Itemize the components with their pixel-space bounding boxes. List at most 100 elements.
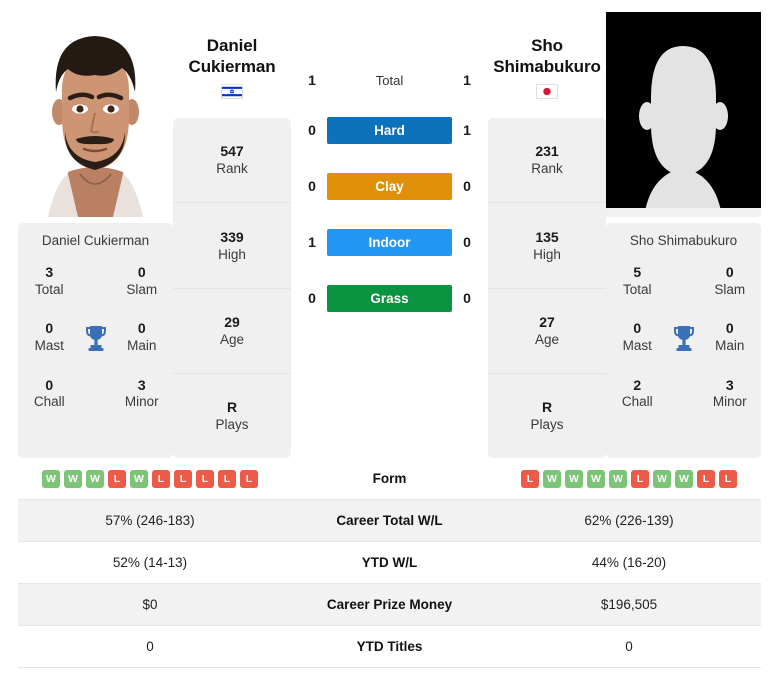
h2h-right-grass: 0 (463, 290, 471, 306)
right-form-badge[interactable]: W (675, 469, 693, 488)
left-titles-grid: 3 Total 0 Slam 0 Mast 0 Main 0 Chall 3 M… (26, 264, 165, 411)
left-titles-slam: 0 Slam (126, 264, 158, 297)
row-label-ytd-wl: YTD W/L (361, 555, 418, 570)
left-form-badge[interactable]: L (240, 469, 258, 488)
left-player-photo (18, 12, 173, 217)
left-stat-high: 339 High (173, 203, 291, 289)
left-ytd-wl: 52% (14-13) (112, 555, 188, 570)
left-player-first-name: Daniel (206, 36, 258, 55)
h2h-label-hard: Hard (327, 116, 452, 144)
h2h-row-clay: 0 Clay 0 (297, 158, 482, 214)
right-form-badges: LWWWWLWWLL (497, 469, 761, 488)
left-stat-plays: R Plays (215, 399, 249, 433)
right-player-last-name: Shimabukuro (493, 56, 601, 76)
left-titles-mast: 0 Mast (34, 320, 64, 353)
right-form-badge[interactable]: W (587, 469, 605, 488)
right-prize-money: $196,505 (600, 597, 658, 612)
right-form-badge[interactable]: L (521, 469, 539, 488)
right-player-name-label: Sho Shimabukuro (629, 233, 738, 248)
left-form-badge[interactable]: W (42, 469, 60, 488)
left-titles-total: 3 Total (34, 264, 64, 297)
row-label-prize-money: Career Prize Money (326, 597, 453, 612)
h2h-row-indoor: 1 Indoor 0 (297, 214, 482, 270)
right-titles-slam: 0 Slam (714, 264, 746, 297)
left-player-identity: Daniel Cukierman (173, 12, 291, 112)
right-stat-plays: R Plays (530, 399, 564, 433)
left-titles-main: 0 Main (127, 320, 157, 353)
left-form-badge[interactable]: W (64, 469, 82, 488)
row-label-form: Form (372, 471, 407, 486)
left-form-badge[interactable]: W (130, 469, 148, 488)
table-row-career-wl: 57% (246-183) Career Total W/L 62% (226-… (18, 500, 761, 542)
right-form-badge[interactable]: L (719, 469, 737, 488)
right-stat-age: 27 Age (488, 289, 606, 374)
trophy-icon (73, 324, 119, 352)
h2h-label-clay: Clay (327, 172, 452, 200)
right-player-photo (606, 12, 761, 217)
row-label-career-wl: Career Total W/L (336, 513, 443, 528)
head-to-head-surfaces: 1 Total 1 0 Hard 1 0 Clay 0 1 Indoor 0 0 (291, 12, 488, 326)
h2h-row-total: 1 Total 1 (297, 58, 482, 102)
right-form-badge[interactable]: L (631, 469, 649, 488)
h2h-left-hard: 0 (308, 122, 316, 138)
comparison-header: Daniel Cukierman 3 Total 0 Slam 0 Mast 0… (0, 0, 779, 458)
right-ytd-wl: 44% (16-20) (591, 555, 667, 570)
left-titles-card: Daniel Cukierman 3 Total 0 Slam 0 Mast 0… (18, 223, 173, 458)
left-form-badge[interactable]: L (218, 469, 236, 488)
right-form-badge[interactable]: W (565, 469, 583, 488)
h2h-right-total: 1 (463, 72, 471, 88)
right-form-badge[interactable]: W (653, 469, 671, 488)
h2h-right-indoor: 0 (463, 234, 471, 250)
h2h-left-total: 1 (308, 72, 316, 88)
h2h-row-hard: 0 Hard 1 (297, 102, 482, 158)
right-form-badge[interactable]: W (543, 469, 561, 488)
left-prize-money: $0 (142, 597, 158, 612)
comparison-stats-table: WWWLWLLLLL Form LWWWWLWWLL 57% (246-183)… (0, 458, 779, 668)
right-stat-rank: 231 Rank (488, 118, 606, 204)
left-form-badges: WWWLWLLLLL (18, 469, 282, 488)
left-stat-age: 29 Age (173, 289, 291, 374)
table-row-form: WWWLWLLLLL Form LWWWWLWWLL (18, 458, 761, 500)
left-form-badge[interactable]: L (196, 469, 214, 488)
right-ytd-titles: 0 (625, 639, 633, 654)
left-form-badge[interactable]: L (108, 469, 126, 488)
left-form-badge[interactable]: L (152, 469, 170, 488)
left-form-badge[interactable]: L (174, 469, 192, 488)
left-player-column: Daniel Cukierman 3 Total 0 Slam 0 Mast 0… (18, 12, 173, 458)
right-player-column: Sho Shimabukuro 5 Total 0 Slam 0 Mast 0 … (606, 12, 761, 458)
h2h-label-indoor: Indoor (327, 228, 452, 256)
right-stat-card: 231 Rank 135 High 27 Age R Plays (488, 118, 606, 458)
israel-flag-icon (221, 84, 243, 100)
left-titles-minor: 3 Minor (124, 376, 159, 410)
right-titles-minor: 3 Minor (712, 376, 747, 410)
h2h-label-total: Total (375, 72, 404, 88)
h2h-left-clay: 0 (308, 178, 316, 194)
h2h-left-indoor: 1 (308, 234, 316, 250)
left-ytd-titles: 0 (146, 639, 154, 654)
right-titles-main: 0 Main (715, 320, 745, 353)
left-player-name-label: Daniel Cukierman (41, 233, 150, 248)
right-form-badge[interactable]: W (609, 469, 627, 488)
right-stat-column: Sho Shimabukuro 231 Rank 135 High 27 Age… (488, 12, 606, 458)
table-row-ytd-titles: 0 YTD Titles 0 (18, 626, 761, 668)
trophy-icon (661, 324, 707, 352)
right-stat-high: 135 High (488, 203, 606, 289)
right-titles-mast: 0 Mast (622, 320, 652, 353)
h2h-left-grass: 0 (308, 290, 316, 306)
left-stat-rank: 547 Rank (173, 118, 291, 204)
right-titles-chall: 2 Chall (621, 376, 653, 410)
h2h-right-hard: 1 (463, 122, 471, 138)
player-comparison-page: Daniel Cukierman 3 Total 0 Slam 0 Mast 0… (0, 0, 779, 699)
left-titles-chall: 0 Chall (33, 376, 65, 410)
left-stat-column: Daniel Cukierman 547 Rank 339 High 29 Ag… (173, 12, 291, 458)
h2h-right-clay: 0 (463, 178, 471, 194)
left-career-wl: 57% (246-183) (105, 513, 195, 528)
left-stat-card: 547 Rank 339 High 29 Age R Plays (173, 118, 291, 458)
right-form-badge[interactable]: L (697, 469, 715, 488)
right-titles-card: Sho Shimabukuro 5 Total 0 Slam 0 Mast 0 … (606, 223, 761, 458)
table-row-prize-money: $0 Career Prize Money $196,505 (18, 584, 761, 626)
h2h-label-grass: Grass (327, 284, 452, 312)
left-form-badge[interactable]: W (86, 469, 104, 488)
right-titles-grid: 5 Total 0 Slam 0 Mast 0 Main 2 Chall 3 M… (614, 264, 753, 411)
right-titles-total: 5 Total (622, 264, 652, 297)
